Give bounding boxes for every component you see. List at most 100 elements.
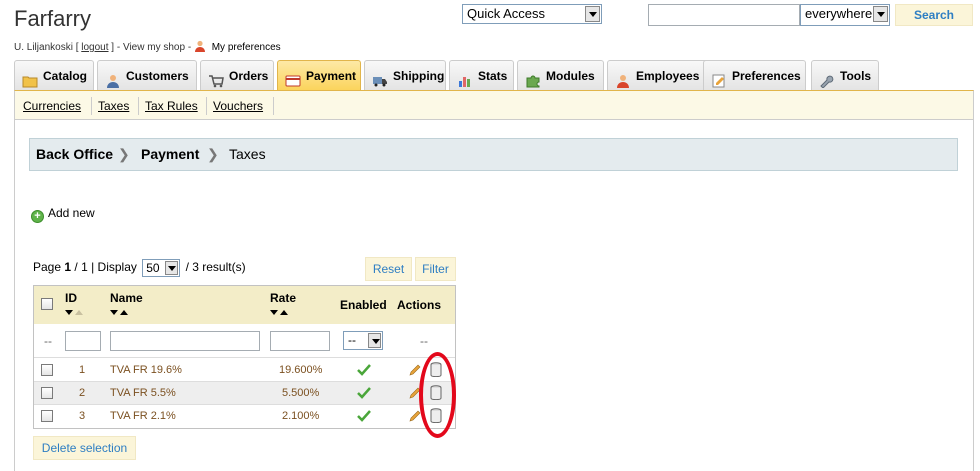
edit-pencil-icon[interactable] bbox=[409, 364, 421, 376]
enabled-check-icon[interactable] bbox=[357, 364, 371, 376]
tab-preferences[interactable]: Preferences bbox=[703, 60, 806, 90]
chart-icon bbox=[457, 69, 473, 87]
sort-desc-icon[interactable] bbox=[110, 310, 118, 315]
customers-icon bbox=[105, 69, 121, 88]
preferences-icon bbox=[711, 69, 727, 88]
subnav-divider bbox=[138, 97, 139, 115]
subnav: Currencies Taxes Tax Rules Vouchers bbox=[14, 90, 974, 120]
subnav-divider bbox=[91, 97, 92, 115]
table-header: ID Name Rate Enabled Actions bbox=[34, 286, 455, 324]
per-page-value: 50 bbox=[146, 261, 160, 275]
result-count: / 3 result(s) bbox=[185, 260, 246, 275]
filter-row: -- -- -- bbox=[34, 324, 455, 358]
subnav-taxes[interactable]: Taxes bbox=[98, 99, 129, 113]
tab-customers[interactable]: Customers bbox=[97, 60, 197, 90]
edit-pencil-icon[interactable] bbox=[409, 410, 421, 422]
tab-payment-label: Payment bbox=[306, 69, 357, 83]
sort-asc-icon[interactable] bbox=[280, 310, 288, 315]
rate-filter-input[interactable] bbox=[270, 331, 330, 351]
add-new-label: Add new bbox=[48, 206, 95, 220]
row-checkbox[interactable] bbox=[41, 387, 53, 399]
subnav-tax-rules[interactable]: Tax Rules bbox=[145, 99, 198, 113]
enabled-filter-value: -- bbox=[348, 333, 356, 347]
search-scope-value: everywhere bbox=[805, 6, 873, 21]
enabled-check-icon[interactable] bbox=[357, 410, 371, 422]
view-shop-link[interactable]: View my shop bbox=[123, 42, 185, 53]
chevron-right-icon: ❯ bbox=[118, 146, 130, 162]
page-word: Page bbox=[33, 260, 62, 275]
subnav-vouchers[interactable]: Vouchers bbox=[213, 99, 263, 113]
taxes-table: ID Name Rate Enabled Actions -- -- -- 1 … bbox=[33, 285, 456, 429]
add-new-link[interactable]: + Add new bbox=[31, 206, 95, 223]
user-name: U. Liljankoski bbox=[14, 42, 73, 53]
sort-desc-icon[interactable] bbox=[65, 310, 73, 315]
chevron-down-icon bbox=[585, 6, 600, 22]
row-checkbox[interactable] bbox=[41, 364, 53, 376]
tab-employees-label: Employees bbox=[636, 69, 700, 83]
tab-modules-label: Modules bbox=[546, 69, 595, 83]
search-scope-select[interactable]: everywhere bbox=[800, 4, 890, 26]
sort-asc-icon[interactable] bbox=[75, 310, 83, 315]
employee-icon bbox=[615, 69, 631, 88]
chevron-down-icon bbox=[368, 333, 381, 348]
wrench-icon bbox=[819, 69, 835, 89]
name-filter-input[interactable] bbox=[110, 331, 260, 351]
select-all-checkbox[interactable] bbox=[41, 298, 53, 310]
tab-shipping-label: Shipping bbox=[393, 69, 445, 83]
breadcrumb: Back Office ❯ Payment ❯ Taxes bbox=[29, 138, 958, 171]
tab-catalog[interactable]: Catalog bbox=[14, 60, 94, 90]
tab-modules[interactable]: Modules bbox=[517, 60, 604, 90]
tab-shipping[interactable]: Shipping bbox=[364, 60, 446, 90]
enabled-filter-select[interactable]: -- bbox=[343, 331, 383, 350]
column-name: Name bbox=[110, 291, 143, 305]
add-icon: + bbox=[31, 210, 44, 223]
preferences-person-icon bbox=[194, 40, 206, 52]
column-enabled: Enabled bbox=[340, 298, 387, 312]
table-row[interactable]: 3 TVA FR 2.1% 2.100% bbox=[34, 405, 455, 428]
filter-button[interactable]: Filter bbox=[415, 257, 456, 281]
per-page-select[interactable]: 50 bbox=[142, 259, 181, 277]
user-line: U. Liljankoski [ logout ] - View my shop… bbox=[14, 40, 281, 53]
breadcrumb-payment[interactable]: Payment bbox=[141, 139, 199, 170]
row-id: 1 bbox=[79, 364, 86, 376]
tab-employees[interactable]: Employees bbox=[607, 60, 714, 90]
table-row[interactable]: 2 TVA FR 5.5% 5.500% bbox=[34, 382, 455, 405]
tab-tools[interactable]: Tools bbox=[811, 60, 879, 90]
delete-selection-button[interactable]: Delete selection bbox=[33, 436, 136, 460]
actions-filter-placeholder: -- bbox=[420, 334, 428, 348]
tab-stats[interactable]: Stats bbox=[449, 60, 514, 90]
sort-rate[interactable] bbox=[270, 310, 290, 316]
breadcrumb-back-office[interactable]: Back Office bbox=[36, 139, 113, 170]
table-row[interactable]: 1 TVA FR 19.6% 19.600% bbox=[34, 359, 455, 382]
breadcrumb-taxes: Taxes bbox=[229, 146, 266, 162]
shop-title: Farfarry bbox=[14, 6, 91, 31]
cart-icon bbox=[208, 69, 224, 88]
puzzle-icon bbox=[525, 69, 541, 88]
sort-name[interactable] bbox=[110, 310, 130, 316]
tab-stats-label: Stats bbox=[478, 69, 508, 83]
filter-placeholder: -- bbox=[44, 334, 52, 348]
subnav-divider bbox=[206, 97, 207, 115]
id-filter-input[interactable] bbox=[65, 331, 101, 351]
row-id: 2 bbox=[79, 387, 86, 399]
subnav-currencies[interactable]: Currencies bbox=[23, 99, 81, 113]
enabled-check-icon[interactable] bbox=[357, 387, 371, 399]
sort-asc-icon[interactable] bbox=[120, 310, 128, 315]
tab-payment[interactable]: Payment bbox=[277, 60, 361, 90]
tab-orders[interactable]: Orders bbox=[200, 60, 274, 90]
search-input[interactable] bbox=[648, 4, 800, 26]
quick-access-select[interactable]: Quick Access bbox=[462, 4, 602, 24]
sort-desc-icon[interactable] bbox=[270, 310, 278, 315]
chevron-right-icon: ❯ bbox=[207, 146, 219, 162]
row-rate: 19.600% bbox=[279, 364, 323, 376]
row-name: TVA FR 19.6% bbox=[110, 364, 182, 376]
row-checkbox[interactable] bbox=[41, 410, 53, 422]
tab-catalog-label: Catalog bbox=[43, 69, 88, 83]
my-preferences-link[interactable]: My preferences bbox=[212, 42, 281, 53]
search-button[interactable]: Search bbox=[895, 4, 973, 26]
sort-id[interactable] bbox=[65, 310, 85, 316]
reset-button[interactable]: Reset bbox=[365, 257, 412, 281]
page-total: / 1 bbox=[74, 260, 88, 275]
main-tabs: Catalog Customers Orders Payment Shippin… bbox=[14, 60, 974, 90]
logout-link[interactable]: logout bbox=[81, 42, 108, 53]
